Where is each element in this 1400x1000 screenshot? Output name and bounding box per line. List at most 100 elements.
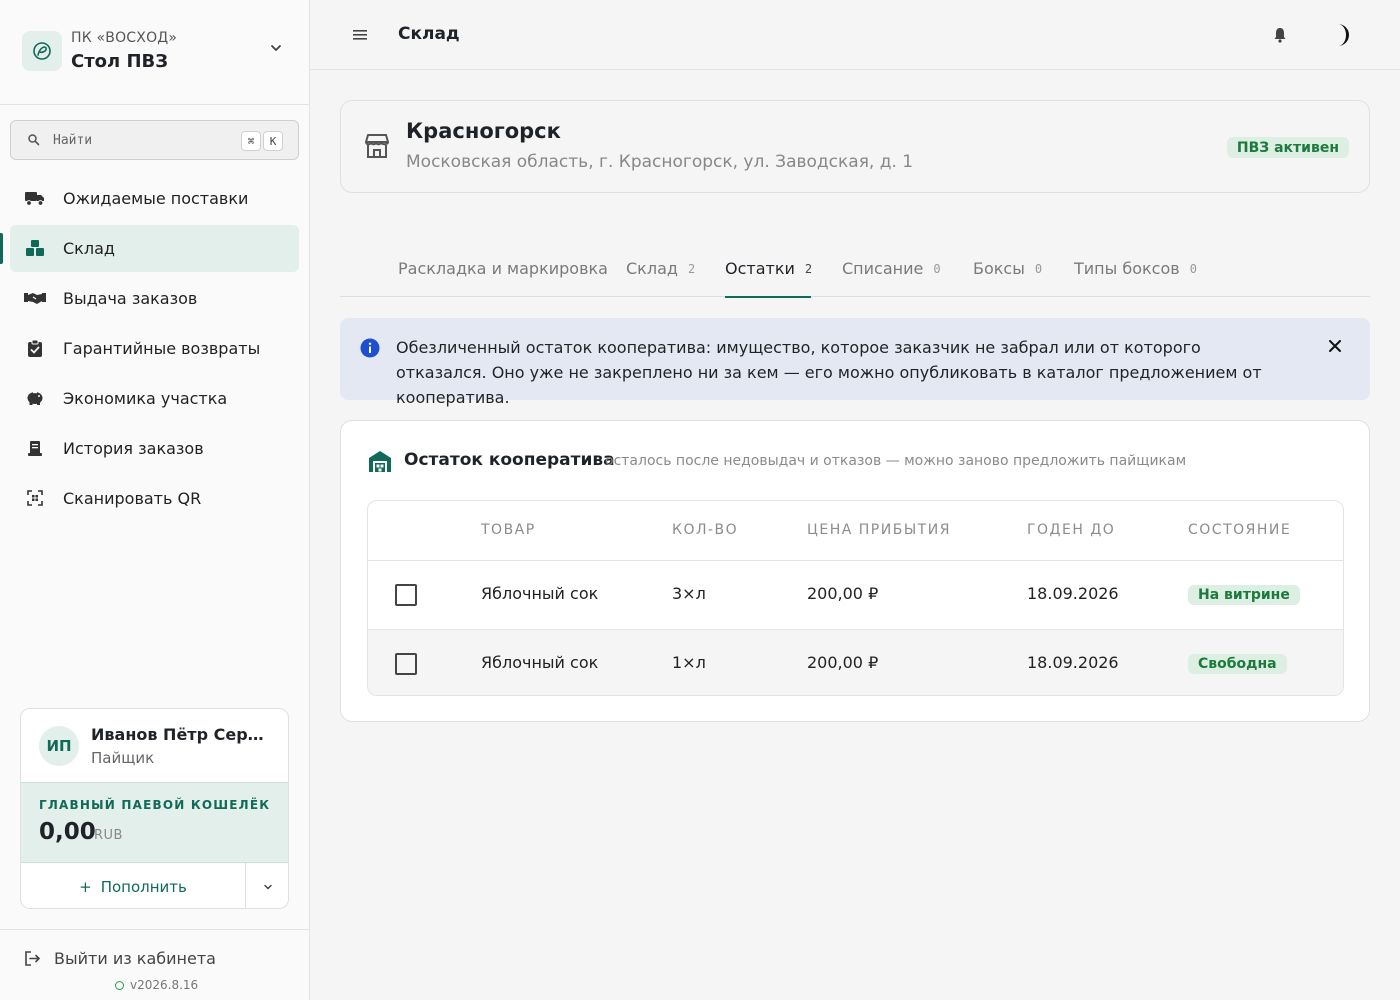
logout-button[interactable]: Выйти из кабинета — [24, 946, 216, 970]
arrival-price: 200,00 ₽ — [807, 653, 879, 672]
sidebar-item-label: Гарантийные возвраты — [63, 339, 261, 358]
tab-count: 2 — [687, 261, 696, 276]
table-header: ТОВАР КОЛ-ВО ЦЕНА ПРИБЫТИЯ ГОДЕН ДО СОСТ… — [368, 501, 1343, 561]
tab-boxes[interactable]: Боксы 0 — [973, 240, 1042, 297]
warehouse-icon — [369, 451, 391, 472]
kbd-cmd-key: ⌘ — [241, 131, 261, 151]
sidebar-item-site-economics[interactable]: Экономика участка — [10, 375, 299, 422]
logout-label: Выйти из кабинета — [54, 948, 216, 968]
product-name: Яблочный сок — [481, 653, 599, 672]
tab-box-types[interactable]: Типы боксов 0 — [1074, 240, 1197, 297]
status-badge: На витрине — [1188, 585, 1300, 605]
sidebar: ПК «ВОСХОД» Стол ПВЗ ⌘ K Ожидаемые поста… — [0, 0, 310, 1000]
sidebar-item-label: Экономика участка — [63, 389, 228, 408]
wallet-amount: 0,00 — [39, 819, 96, 845]
column-header-arrival-price: ЦЕНА ПРИБЫТИЯ — [807, 522, 951, 538]
plus-icon: + — [79, 877, 92, 896]
wallet-currency: RUB — [94, 828, 123, 843]
pickup-point-address: Московская область, г. Красногорск, ул. … — [406, 152, 914, 172]
table-row[interactable]: Яблочный сок 1×л 200,00 ₽ 18.09.2026 Сво… — [368, 629, 1343, 695]
search-input[interactable] — [53, 129, 233, 151]
topup-button[interactable]: + Пополнить — [21, 863, 246, 908]
org-switcher[interactable]: ПК «ВОСХОД» Стол ПВЗ — [0, 0, 309, 105]
version-label: v2026.8.16 — [130, 978, 199, 992]
info-banner: Обезличенный остаток кооператива: имущес… — [340, 318, 1370, 407]
cooperative-logo-icon — [22, 31, 62, 71]
tab-label: Раскладка и маркировка — [398, 259, 608, 278]
expiry-date: 18.09.2026 — [1027, 653, 1119, 672]
row-checkbox[interactable] — [395, 653, 417, 675]
tab-write-off[interactable]: Списание 0 — [842, 240, 941, 297]
wallet-menu-button[interactable] — [246, 863, 288, 908]
hamburger-icon — [353, 30, 367, 40]
theme-toggle-button[interactable] — [1326, 20, 1356, 50]
sidebar-item-label: Склад — [63, 239, 115, 258]
tab-warehouse[interactable]: Склад 2 — [626, 240, 695, 297]
tab-label: Остатки — [725, 259, 795, 278]
sidebar-item-label: Сканировать QR — [63, 489, 202, 508]
tab-count: 0 — [933, 261, 941, 276]
clipboard-check-icon — [24, 338, 46, 358]
bell-icon — [1274, 28, 1286, 43]
expiry-date: 18.09.2026 — [1027, 584, 1119, 603]
product-name: Яблочный сок — [481, 584, 599, 603]
sidebar-item-order-history[interactable]: История заказов — [10, 425, 299, 472]
moon-icon — [1338, 24, 1349, 46]
sidebar-item-scan-qr[interactable]: Сканировать QR — [10, 475, 299, 522]
wallet-panel: ГЛАВНЫЙ ПАЕВОЙ КОШЕЛЁК 0,00 RUB — [21, 782, 288, 863]
cooperative-stock-card: Остаток кооператива осталось после недов… — [340, 420, 1370, 722]
sidebar-item-order-issuing[interactable]: Выдача заказов — [10, 275, 299, 322]
avatar: ИП — [39, 726, 79, 766]
info-icon — [360, 338, 380, 358]
org-name: ПК «ВОСХОД» — [71, 30, 178, 46]
app-version: v2026.8.16 — [115, 978, 198, 992]
user-card: ИП Иванов Пётр Сергеевич Пайщик ГЛАВНЫЙ … — [20, 708, 289, 909]
close-banner-button[interactable] — [1326, 337, 1344, 355]
receipt-icon — [24, 438, 46, 458]
search-box[interactable]: ⌘ K — [10, 120, 299, 160]
pickup-point-city: Красногорск — [406, 119, 561, 143]
menu-toggle-button[interactable] — [350, 25, 370, 45]
qr-scan-icon — [24, 488, 46, 508]
tab-label: Боксы — [973, 259, 1025, 278]
quantity: 3×л — [672, 584, 706, 603]
column-header-quantity: КОЛ-ВО — [672, 522, 739, 538]
tab-label: Типы боксов — [1074, 259, 1180, 278]
user-name: Иванов Пётр Сергеевич — [91, 725, 271, 744]
handshake-icon — [24, 288, 46, 308]
tab-label: Списание — [842, 259, 924, 278]
piggy-bank-icon — [24, 388, 46, 408]
status-badge: Свободна — [1188, 654, 1287, 674]
info-banner-text: Обезличенный остаток кооператива: имущес… — [396, 338, 1262, 407]
page-title: Склад — [398, 24, 460, 44]
boxes-icon — [24, 238, 46, 258]
warehouse-tabs: Раскладка и маркировка Склад 2 Остатки 2… — [340, 240, 1370, 298]
column-header-expiry: ГОДЕН ДО — [1027, 522, 1116, 538]
sidebar-item-label: Ожидаемые поставки — [63, 189, 249, 208]
table-row[interactable]: Яблочный сок 3×л 200,00 ₽ 18.09.2026 На … — [368, 561, 1343, 629]
sidebar-item-label: Выдача заказов — [63, 289, 198, 308]
logout-icon — [25, 950, 41, 966]
column-header-status: СОСТОЯНИЕ — [1188, 522, 1292, 538]
chevron-down-icon — [264, 884, 272, 890]
row-checkbox[interactable] — [395, 584, 417, 606]
sidebar-nav: Ожидаемые поставки Склад Выдача заказов … — [0, 175, 299, 525]
tab-count: 0 — [1189, 261, 1197, 276]
tab-layout-marking[interactable]: Раскладка и маркировка — [398, 240, 608, 297]
arrival-price: 200,00 ₽ — [807, 584, 879, 603]
wallet-label: ГЛАВНЫЙ ПАЕВОЙ КОШЕЛЁК — [39, 798, 271, 812]
sidebar-item-warehouse[interactable]: Склад — [0, 225, 299, 272]
kbd-k-key: K — [263, 131, 283, 151]
sidebar-item-expected-deliveries[interactable]: Ожидаемые поставки — [10, 175, 299, 222]
tab-label: Склад — [626, 259, 678, 278]
tab-leftovers[interactable]: Остатки 2 — [725, 240, 813, 298]
divider — [0, 929, 309, 930]
sidebar-item-warranty-returns[interactable]: Гарантийные возвраты — [10, 325, 299, 372]
chevron-down-icon[interactable] — [266, 38, 286, 58]
tab-count: 2 — [804, 261, 813, 276]
topup-label: Пополнить — [100, 877, 187, 896]
quantity: 1×л — [672, 653, 706, 672]
search-icon — [28, 134, 40, 146]
notifications-button[interactable] — [1270, 25, 1290, 45]
sidebar-item-label: История заказов — [63, 439, 204, 458]
